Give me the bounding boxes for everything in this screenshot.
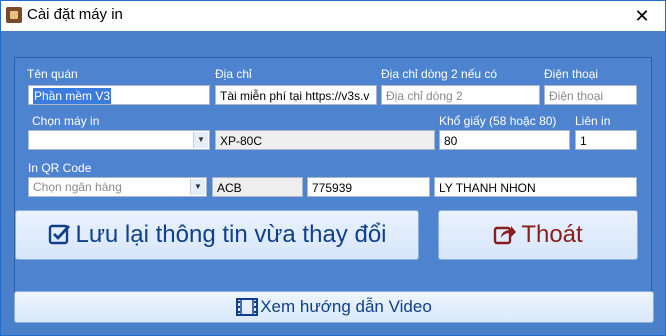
account-name-input[interactable]: LY THANH NHON [434, 177, 637, 197]
printer-name-field: XP-80C [215, 130, 435, 150]
copies-label: Liên in [575, 114, 611, 128]
bank-code-field: ACB [212, 177, 303, 197]
chevron-down-icon[interactable]: ▼ [190, 179, 205, 195]
address2-input[interactable]: Địa chỉ dòng 2 [381, 85, 540, 105]
settings-panel: Tên quán Địa chỉ Địa chỉ dòng 2 nếu có Đ… [14, 57, 652, 311]
phone-input[interactable]: Điện thoại [544, 85, 637, 105]
shop-name-value: Phần mềm V3 [33, 88, 112, 104]
printer-label: Chọn máy in [32, 114, 100, 128]
chevron-down-icon[interactable]: ▼ [193, 132, 208, 148]
video-button-label: Xem hướng dẫn Video [260, 297, 432, 316]
address-label: Địa chỉ [215, 67, 252, 81]
save-button[interactable]: Lưu lại thông tin vừa thay đổi [15, 210, 419, 260]
client-area: Tên quán Địa chỉ Địa chỉ dòng 2 nếu có Đ… [2, 32, 664, 335]
bank-select-placeholder: Chọn ngân hàng [33, 180, 122, 194]
app-icon [6, 7, 22, 23]
shop-name-input[interactable]: Phần mềm V3 [28, 85, 210, 105]
copies-input[interactable]: 1 [575, 130, 637, 150]
settings-window: Cài đặt máy in ✕ Tên quán Địa chỉ Địa ch… [0, 0, 666, 336]
phone-label: Điện thoại [544, 67, 599, 81]
bank-select[interactable]: Chọn ngân hàng ▼ [28, 177, 207, 197]
title-bar: Cài đặt máy in ✕ [1, 1, 665, 31]
address-input[interactable]: Tài miễn phí tại https://v3s.v [215, 85, 377, 105]
paper-size-label: Khổ giấy (58 hoặc 80) [439, 114, 557, 128]
printer-select[interactable]: ▼ [28, 130, 210, 150]
exit-share-icon [493, 223, 517, 247]
qr-label: In QR Code [28, 161, 92, 175]
exit-button[interactable]: Thoát [438, 210, 638, 260]
account-number-input[interactable]: 775939 [307, 177, 430, 197]
paper-size-input[interactable]: 80 [439, 130, 570, 150]
video-guide-button[interactable]: Xem hướng dẫn Video [14, 291, 654, 323]
exit-button-label: Thoát [521, 221, 583, 248]
address2-label: Địa chỉ dòng 2 nếu có [381, 67, 498, 81]
film-icon [236, 298, 259, 316]
checkbox-icon [48, 223, 72, 247]
save-button-label: Lưu lại thông tin vừa thay đổi [75, 221, 387, 248]
close-button[interactable]: ✕ [619, 1, 665, 31]
window-title: Cài đặt máy in [27, 6, 123, 23]
shop-name-label: Tên quán [27, 67, 78, 81]
